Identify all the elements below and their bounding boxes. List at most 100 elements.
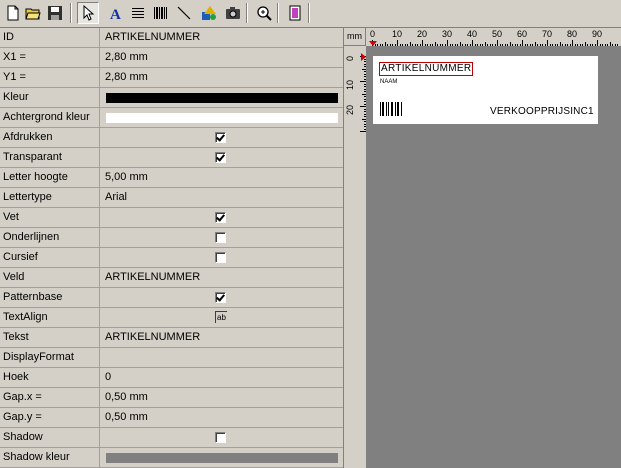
ruler-label: 20	[345, 104, 355, 115]
ruler-tick	[594, 44, 596, 46]
property-checkbox[interactable]	[215, 292, 226, 303]
ruler-tick	[454, 44, 456, 46]
property-value[interactable]: 2,80 mm	[101, 48, 343, 67]
label-object-name[interactable]: NAAM	[380, 79, 397, 85]
zoom-button[interactable]	[253, 2, 275, 24]
text-tool-button[interactable]: A	[105, 2, 127, 24]
property-row[interactable]: Letter hoogte 5,00 mm	[0, 168, 343, 188]
ruler-tick	[569, 44, 571, 46]
property-row[interactable]: X1 = 2,80 mm	[0, 48, 343, 68]
ruler-tick	[479, 44, 481, 46]
line-tool-button[interactable]	[173, 2, 195, 24]
shapes-tool-button[interactable]	[198, 2, 220, 24]
property-value[interactable]: 5,00 mm	[101, 168, 343, 187]
property-checkbox[interactable]	[215, 432, 226, 443]
property-row[interactable]: Y1 = 2,80 mm	[0, 68, 343, 88]
property-row[interactable]: Hoek 0	[0, 368, 343, 388]
property-row[interactable]: ID ARTIKELNUMMER	[0, 28, 343, 48]
ruler-tick	[614, 44, 616, 46]
color-swatch[interactable]	[106, 453, 338, 463]
ruler-tick	[534, 42, 536, 46]
property-row[interactable]: Cursief	[0, 248, 343, 268]
ruler-tick	[547, 40, 548, 46]
property-value[interactable]: ARTIKELNUMMER	[101, 28, 343, 47]
property-row[interactable]: Onderlijnen	[0, 228, 343, 248]
ruler-tick	[434, 42, 436, 46]
label-object-barcode[interactable]	[380, 102, 404, 116]
property-row[interactable]: Tekst ARTIKELNUMMER	[0, 328, 343, 348]
toolbar-separator	[308, 3, 310, 23]
ruler-tick	[419, 44, 421, 46]
ruler-tick	[364, 91, 366, 92]
property-row[interactable]: Afdrukken	[0, 128, 343, 148]
ruler-tick	[609, 42, 611, 46]
ruler-tick	[444, 44, 446, 46]
ruler-tick	[472, 40, 473, 46]
ruler-tick	[409, 42, 411, 46]
property-value[interactable]: 0,50 mm	[101, 408, 343, 427]
select-pointer-button[interactable]	[77, 2, 99, 24]
svg-text:A: A	[110, 7, 121, 21]
ruler-tick	[364, 126, 366, 127]
ruler-tick	[532, 44, 533, 46]
toolbar-separator	[277, 3, 279, 23]
property-checkbox[interactable]	[215, 232, 226, 243]
line-tool-icon	[176, 5, 192, 21]
property-value[interactable]: 0	[101, 368, 343, 387]
ruler-tick	[364, 71, 366, 72]
property-value[interactable]: Arial	[101, 188, 343, 207]
color-swatch[interactable]	[106, 113, 338, 123]
property-row[interactable]: Patternbase	[0, 288, 343, 308]
ruler-tick	[507, 44, 508, 46]
image-tool-button[interactable]	[222, 2, 244, 24]
property-value[interactable]: ARTIKELNUMMER	[101, 328, 343, 347]
property-row[interactable]: TextAlign ab	[0, 308, 343, 328]
property-value[interactable]: 0,50 mm	[101, 388, 343, 407]
property-checkbox[interactable]	[215, 252, 226, 263]
property-label: Gap.y =	[0, 408, 100, 427]
property-value[interactable]: ARTIKELNUMMER	[101, 268, 343, 287]
property-value[interactable]: 2,80 mm	[101, 68, 343, 87]
ruler-tick	[364, 86, 366, 87]
property-row[interactable]: Gap.x = 0,50 mm	[0, 388, 343, 408]
ruler-tick	[439, 44, 441, 46]
text-tool-icon: A	[108, 5, 124, 21]
text-align-icon[interactable]: ab	[215, 311, 227, 323]
ruler-tick	[584, 42, 586, 46]
ruler-tick	[364, 78, 366, 80]
property-value[interactable]	[101, 348, 343, 367]
ruler-label: 20	[417, 29, 428, 39]
property-row[interactable]: Vet	[0, 208, 343, 228]
property-row[interactable]: Lettertype Arial	[0, 188, 343, 208]
save-button[interactable]	[44, 2, 66, 24]
property-row[interactable]: Kleur	[0, 88, 343, 108]
new-file-button[interactable]	[2, 2, 24, 24]
ruler-tick	[387, 44, 388, 46]
ruler-tick	[562, 44, 563, 46]
property-row[interactable]: Achtergrond kleur	[0, 108, 343, 128]
property-checkbox[interactable]	[215, 152, 226, 163]
ruler-tick	[524, 44, 526, 46]
lines-tool-button[interactable]	[127, 2, 149, 24]
ruler-tick	[364, 103, 366, 105]
property-checkbox[interactable]	[215, 212, 226, 223]
toolbar-separator	[70, 3, 72, 23]
property-row[interactable]: Gap.y = 0,50 mm	[0, 408, 343, 428]
property-row[interactable]: Shadow	[0, 428, 343, 448]
property-row[interactable]: Veld ARTIKELNUMMER	[0, 268, 343, 288]
property-row[interactable]: DisplayFormat	[0, 348, 343, 368]
select-pointer-icon	[80, 5, 96, 21]
ruler-tick	[449, 44, 451, 46]
barcode-tool-button[interactable]	[149, 2, 171, 24]
property-checkbox[interactable]	[215, 132, 226, 143]
property-row[interactable]: Transparant	[0, 148, 343, 168]
ruler-tick	[360, 106, 366, 107]
property-row[interactable]: Shadow kleur	[0, 448, 343, 468]
open-folder-button[interactable]	[22, 2, 44, 24]
label-object-price[interactable]: VERKOOPPRIJSINC1	[490, 106, 594, 117]
page-setup-button[interactable]	[284, 2, 306, 24]
color-swatch[interactable]	[106, 93, 338, 103]
ruler-tick	[412, 44, 413, 46]
ruler-tick	[589, 44, 591, 46]
label-object-article-number[interactable]: ARTIKELNUMMER	[379, 62, 474, 76]
